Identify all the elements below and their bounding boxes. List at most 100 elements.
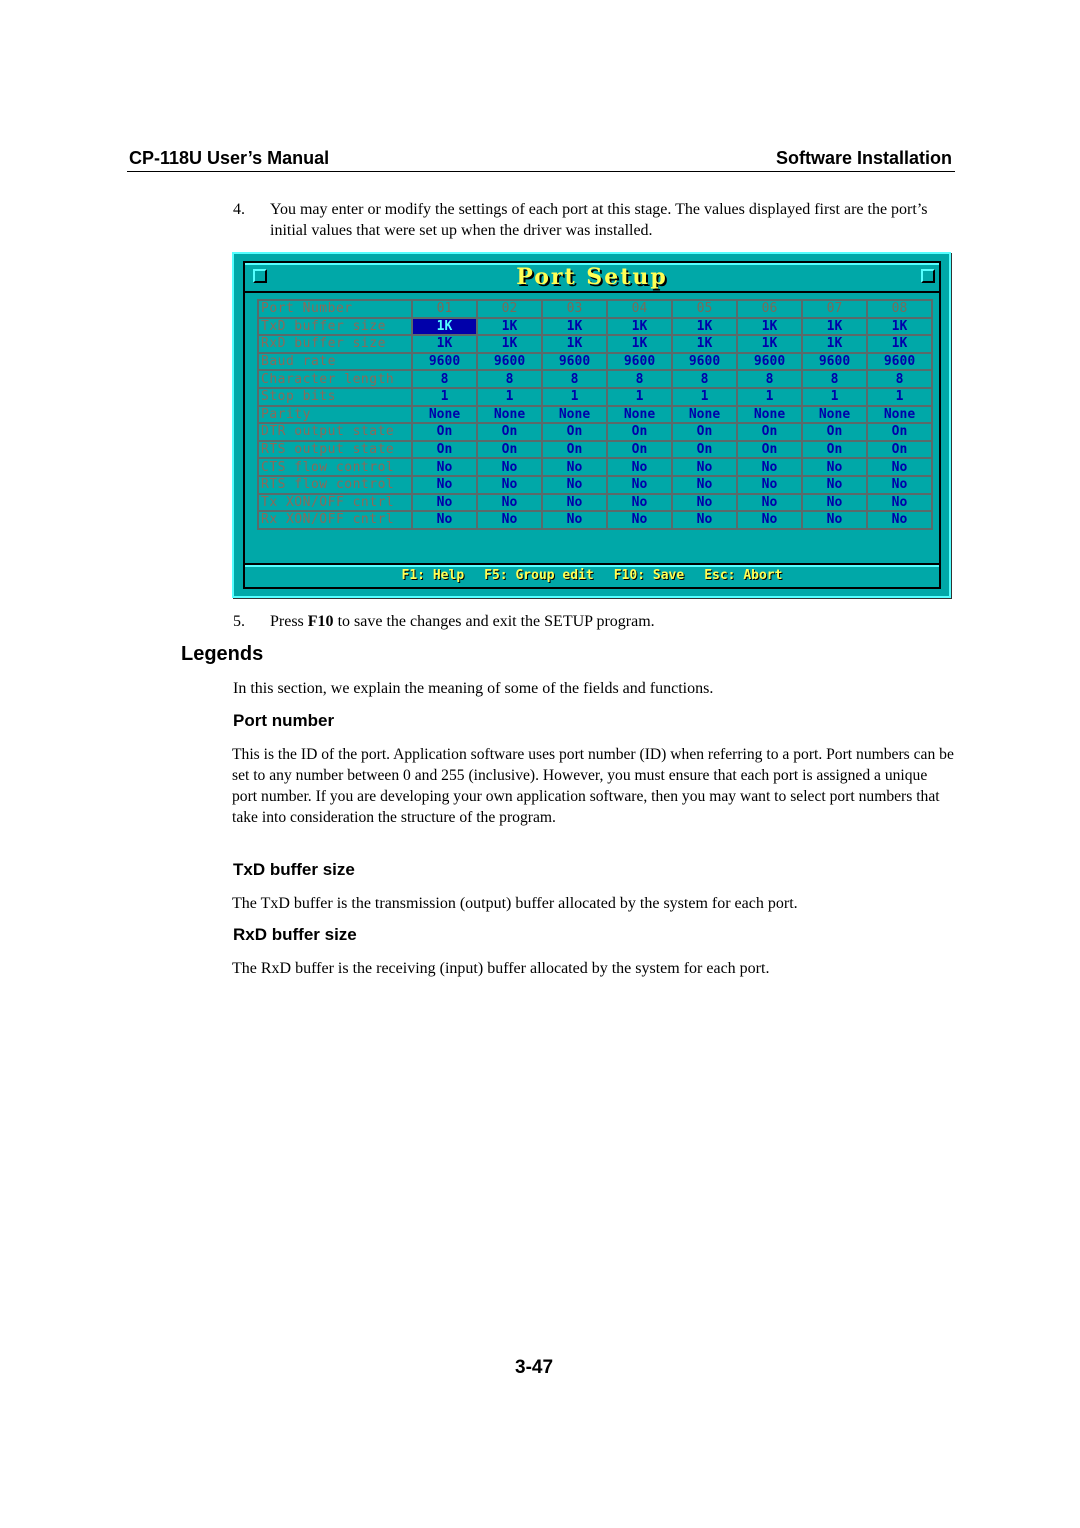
value-cell[interactable]: No xyxy=(606,474,673,495)
value-cell[interactable]: 1 xyxy=(606,386,673,407)
value-cell[interactable]: 1K xyxy=(541,316,608,337)
value-cell[interactable]: No xyxy=(736,457,803,477)
value-cell[interactable]: On xyxy=(476,439,543,460)
value-cell[interactable]: None xyxy=(866,404,933,425)
value-cell[interactable]: No xyxy=(541,457,608,477)
value-cell[interactable]: 8 xyxy=(606,369,673,389)
value-cell[interactable]: On xyxy=(801,439,868,460)
value-cell[interactable]: No xyxy=(801,492,868,513)
value-cell[interactable]: No xyxy=(606,457,673,477)
value-cell[interactable]: 8 xyxy=(866,369,933,389)
value-cell[interactable]: No xyxy=(801,510,868,530)
value-cell[interactable]: 9600 xyxy=(801,351,868,372)
value-cell[interactable]: 9600 xyxy=(411,351,478,372)
value-cell[interactable]: None xyxy=(541,404,608,425)
value-cell[interactable]: 1 xyxy=(866,386,933,407)
value-cell[interactable]: No xyxy=(866,457,933,477)
value-cell[interactable]: No xyxy=(866,492,933,513)
value-cell[interactable]: 1K xyxy=(801,334,868,354)
value-cell[interactable]: 1 xyxy=(411,386,478,407)
selected-value-cell[interactable]: 1K xyxy=(411,316,478,337)
value-cell[interactable]: No xyxy=(606,510,673,530)
value-cell[interactable]: None xyxy=(736,404,803,425)
value-cell[interactable]: No xyxy=(801,474,868,495)
value-cell[interactable]: 1K xyxy=(606,334,673,354)
value-cell[interactable]: No xyxy=(411,474,478,495)
function-key-hint[interactable]: F1: Help xyxy=(402,568,465,583)
value-cell[interactable]: On xyxy=(671,422,738,442)
value-cell[interactable]: 1K xyxy=(476,316,543,337)
value-cell[interactable]: On xyxy=(866,422,933,442)
value-cell[interactable]: None xyxy=(476,404,543,425)
value-cell[interactable]: On xyxy=(671,439,738,460)
value-cell[interactable]: 1 xyxy=(736,386,803,407)
value-cell[interactable]: 1K xyxy=(801,316,868,337)
function-key-hint[interactable]: F10: Save xyxy=(614,568,684,583)
value-cell[interactable]: On xyxy=(541,422,608,442)
value-cell[interactable]: No xyxy=(801,457,868,477)
value-cell[interactable]: On xyxy=(606,422,673,442)
value-cell[interactable]: 1K xyxy=(606,316,673,337)
value-cell[interactable]: 1 xyxy=(671,386,738,407)
value-cell[interactable]: No xyxy=(476,492,543,513)
value-cell[interactable]: No xyxy=(671,474,738,495)
value-cell[interactable]: 1 xyxy=(541,386,608,407)
value-cell[interactable]: None xyxy=(411,404,478,425)
value-cell[interactable]: 8 xyxy=(541,369,608,389)
value-cell[interactable]: 9600 xyxy=(671,351,738,372)
value-cell[interactable]: 1K xyxy=(736,334,803,354)
value-cell[interactable]: On xyxy=(801,422,868,442)
value-cell[interactable]: No xyxy=(541,474,608,495)
value-cell[interactable]: 1K xyxy=(671,316,738,337)
value-cell[interactable]: 1K xyxy=(736,316,803,337)
value-cell[interactable]: No xyxy=(736,510,803,530)
value-cell[interactable]: On xyxy=(736,439,803,460)
value-cell[interactable]: 8 xyxy=(411,369,478,389)
value-cell[interactable]: 8 xyxy=(671,369,738,389)
value-cell[interactable]: 1K xyxy=(866,334,933,354)
value-cell[interactable]: On xyxy=(541,439,608,460)
value-cell[interactable]: No xyxy=(541,492,608,513)
value-cell[interactable]: 1 xyxy=(476,386,543,407)
value-cell[interactable]: 1K xyxy=(866,316,933,337)
value-cell[interactable]: No xyxy=(411,510,478,530)
value-cell[interactable]: No xyxy=(736,492,803,513)
value-cell[interactable]: No xyxy=(606,492,673,513)
value-cell[interactable]: On xyxy=(866,439,933,460)
value-cell[interactable]: No xyxy=(671,457,738,477)
value-cell[interactable]: 1K xyxy=(411,334,478,354)
function-key-hint[interactable]: F5: Group edit xyxy=(484,568,594,583)
value-cell[interactable]: No xyxy=(866,474,933,495)
value-cell[interactable]: No xyxy=(671,492,738,513)
value-cell[interactable]: 9600 xyxy=(476,351,543,372)
value-cell[interactable]: On xyxy=(476,422,543,442)
value-cell[interactable]: 1K xyxy=(476,334,543,354)
value-cell[interactable]: No xyxy=(411,457,478,477)
value-cell[interactable]: On xyxy=(411,439,478,460)
value-cell[interactable]: No xyxy=(671,510,738,530)
value-cell[interactable]: On xyxy=(736,422,803,442)
value-cell[interactable]: No xyxy=(411,492,478,513)
value-cell[interactable]: On xyxy=(606,439,673,460)
value-cell[interactable]: 9600 xyxy=(736,351,803,372)
value-cell[interactable]: None xyxy=(801,404,868,425)
value-cell[interactable]: No xyxy=(476,457,543,477)
value-cell[interactable]: 1 xyxy=(801,386,868,407)
value-cell[interactable]: 1K xyxy=(671,334,738,354)
value-cell[interactable]: None xyxy=(671,404,738,425)
function-key-hint[interactable]: Esc: Abort xyxy=(704,568,782,583)
value-cell[interactable]: No xyxy=(866,510,933,530)
value-cell[interactable]: No xyxy=(476,474,543,495)
value-cell[interactable]: 9600 xyxy=(541,351,608,372)
value-cell[interactable]: On xyxy=(411,422,478,442)
value-cell[interactable]: No xyxy=(736,474,803,495)
value-cell[interactable]: None xyxy=(606,404,673,425)
value-cell[interactable]: No xyxy=(476,510,543,530)
value-cell[interactable]: 8 xyxy=(736,369,803,389)
maximize-box-icon[interactable] xyxy=(921,269,935,283)
value-cell[interactable]: 9600 xyxy=(866,351,933,372)
value-cell[interactable]: 9600 xyxy=(606,351,673,372)
value-cell[interactable]: No xyxy=(541,510,608,530)
value-cell[interactable]: 8 xyxy=(476,369,543,389)
value-cell[interactable]: 1K xyxy=(541,334,608,354)
